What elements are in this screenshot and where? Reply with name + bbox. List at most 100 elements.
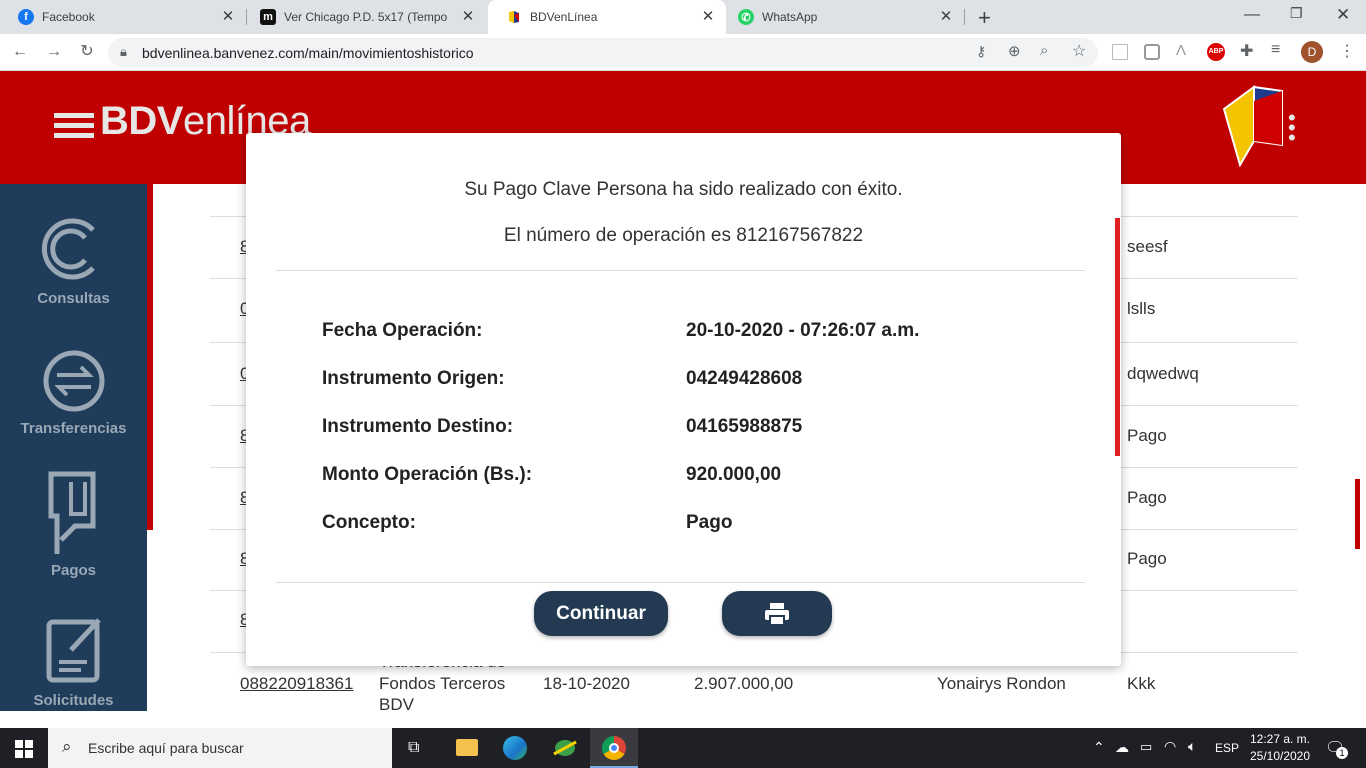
table-cell-concept: dqwedwq (1127, 364, 1199, 383)
avatar[interactable]: D (1301, 41, 1323, 63)
continue-button[interactable]: Continuar (534, 591, 668, 636)
new-tab-plus-icon[interactable]: + (978, 5, 991, 31)
table-cell-ref[interactable]: 088220918361 (240, 674, 353, 694)
detail-label: Fecha Operación: (322, 320, 483, 341)
sidebar-item-label: Consultas (37, 290, 110, 307)
volume-icon[interactable]: 🔈︎ (1188, 738, 1196, 755)
tab-chicago-pd[interactable]: m Ver Chicago P.D. 5x17 (Tempor ✕ (248, 0, 486, 34)
close-icon[interactable]: ✕ (220, 9, 236, 25)
payment-success-dialog: Su Pago Clave Persona ha sido realizado … (246, 133, 1121, 666)
table-cell-type: Fondos Terceros (379, 674, 506, 693)
wifi-icon[interactable]: ◠ (1164, 738, 1176, 755)
close-window-icon[interactable]: ✕ (1336, 5, 1350, 25)
detail-label: Monto Operación (Bs.): (322, 464, 533, 485)
install-icon[interactable]: ⊕ (1008, 42, 1021, 60)
bdv-icon (506, 9, 522, 25)
sidebar-item-label: Solicitudes (33, 692, 114, 709)
printer-icon (765, 603, 789, 626)
tab-facebook[interactable]: f Facebook ✕ (0, 0, 246, 34)
detail-value: 04165988875 (686, 416, 803, 437)
table-cell-type: BDV (379, 695, 414, 714)
table-cell-concept: Pago (1127, 549, 1167, 568)
windows-start-icon[interactable] (15, 740, 33, 763)
browser-tab-strip: f Facebook ✕ m Ver Chicago P.D. 5x17 (Te… (0, 0, 1366, 34)
detail-value: Pago (686, 512, 733, 533)
m-site-icon: m (260, 9, 276, 25)
table-cell-amount: 2.907.000,00 (694, 674, 794, 693)
sidebar-item-label: Transferencias (20, 420, 127, 437)
cloud-icon[interactable]: ☁ (1115, 739, 1129, 756)
file-explorer-icon[interactable] (456, 739, 478, 756)
search-placeholder: Escribe aquí para buscar (88, 740, 244, 756)
search-icon: ⌕ (62, 737, 72, 756)
puzzle-extensions-icon[interactable]: ✚ (1240, 41, 1253, 61)
sidebar-item-transferencias[interactable]: Transferencias (0, 348, 147, 437)
print-button[interactable] (722, 591, 832, 636)
sidebar-item-pagos[interactable]: Pagos (0, 470, 147, 579)
minimize-icon[interactable]: — (1244, 6, 1260, 24)
restore-icon[interactable]: ❐ (1290, 5, 1303, 22)
extension-icon[interactable] (1112, 44, 1128, 60)
success-message: Su Pago Clave Persona ha sido realizado … (464, 179, 903, 200)
detail-label: Instrumento Destino: (322, 416, 514, 437)
more-options-icon[interactable]: • • • (1288, 107, 1296, 149)
address-bar[interactable]: 🔒︎ bdvenlinea.banvenez.com/main/movimien… (108, 38, 1098, 67)
adblock-icon[interactable]: ABP (1207, 43, 1225, 61)
clock[interactable]: 12:27 a. m. 25/10/2020 (1248, 732, 1312, 763)
divider (276, 582, 1085, 583)
notification-count: 1 (1336, 747, 1348, 759)
clock-date: 25/10/2020 (1249, 749, 1311, 763)
transfer-arrows-icon (43, 350, 104, 412)
detail-label: Concepto: (322, 512, 416, 533)
back-icon[interactable]: ← (10, 42, 30, 62)
tab-bdvenlinea[interactable]: BDVenLínea ✕ (488, 0, 726, 34)
battery-icon[interactable]: ▭ (1140, 739, 1152, 755)
windows-taskbar: ⌕ Escribe aquí para buscar ⧉ ⌃ ☁ ▭ ◠ 🔈︎ … (0, 728, 1366, 768)
language-indicator[interactable]: ESP (1215, 741, 1239, 755)
url-text: bdvenlinea.banvenez.com/main/movimientos… (142, 45, 474, 61)
modal-scroll-indicator (1115, 218, 1120, 456)
extension-icon[interactable] (1144, 44, 1160, 60)
clock-time: 12:27 a. m. (1249, 732, 1311, 746)
hamburger-menu-icon[interactable] (54, 113, 94, 138)
sidebar-item-label: Pagos (50, 562, 96, 579)
table-cell-name: Yonairys Rondon (937, 674, 1066, 693)
tab-title: BDVenLínea (530, 10, 598, 24)
chevron-up-icon[interactable]: ⌃ (1093, 739, 1105, 756)
edge-icon[interactable] (503, 736, 527, 760)
detail-value: 20-10-2020 - 07:26:07 a.m. (686, 320, 920, 341)
sidebar-item-consultas[interactable]: Consultas (0, 214, 147, 307)
extension-icon[interactable]: Λ (1176, 42, 1186, 59)
forward-icon[interactable]: → (44, 42, 64, 62)
bookmark-star-icon[interactable]: ☆ (1072, 41, 1086, 61)
close-icon[interactable]: ✕ (700, 9, 716, 25)
zoom-icon[interactable]: ⌕ (1040, 42, 1048, 59)
chrome-taskbar-button[interactable] (590, 728, 638, 768)
key-icon[interactable]: ⚷ (976, 43, 986, 60)
menu-kebab-icon[interactable]: ⋮ (1339, 41, 1355, 61)
sidebar-item-solicitudes[interactable]: Solicitudes (0, 614, 147, 709)
divider (276, 270, 1085, 271)
detail-value: 920.000,00 (686, 464, 782, 485)
app-icon[interactable] (552, 736, 578, 760)
media-queue-icon[interactable]: ≡ (1271, 41, 1280, 59)
page-scrollbar[interactable] (1355, 479, 1360, 549)
taskbar-search[interactable]: ⌕ Escribe aquí para buscar (48, 728, 392, 768)
close-icon[interactable]: ✕ (938, 9, 954, 25)
table-cell-concept: Pago (1127, 488, 1167, 507)
task-view-icon[interactable]: ⧉ (408, 739, 419, 757)
pagos-icon (48, 471, 95, 554)
table-cell-concept: seesf (1127, 237, 1168, 256)
close-icon[interactable]: ✕ (460, 9, 476, 25)
facebook-icon: f (18, 9, 34, 25)
detail-label: Instrumento Origen: (322, 368, 505, 389)
tab-whatsapp[interactable]: ✆ WhatsApp ✕ (728, 0, 964, 34)
sidebar-accent-bar (147, 184, 153, 530)
tab-title: Facebook (42, 10, 95, 24)
detail-value: 04249428608 (686, 368, 803, 389)
reload-icon[interactable]: ↻ (77, 42, 97, 62)
table-cell-concept: Kkk (1127, 674, 1156, 693)
chrome-icon (602, 736, 626, 760)
sidebar: Consultas Transferencias Pagos Solicitud… (0, 184, 147, 711)
whatsapp-icon: ✆ (738, 9, 754, 25)
